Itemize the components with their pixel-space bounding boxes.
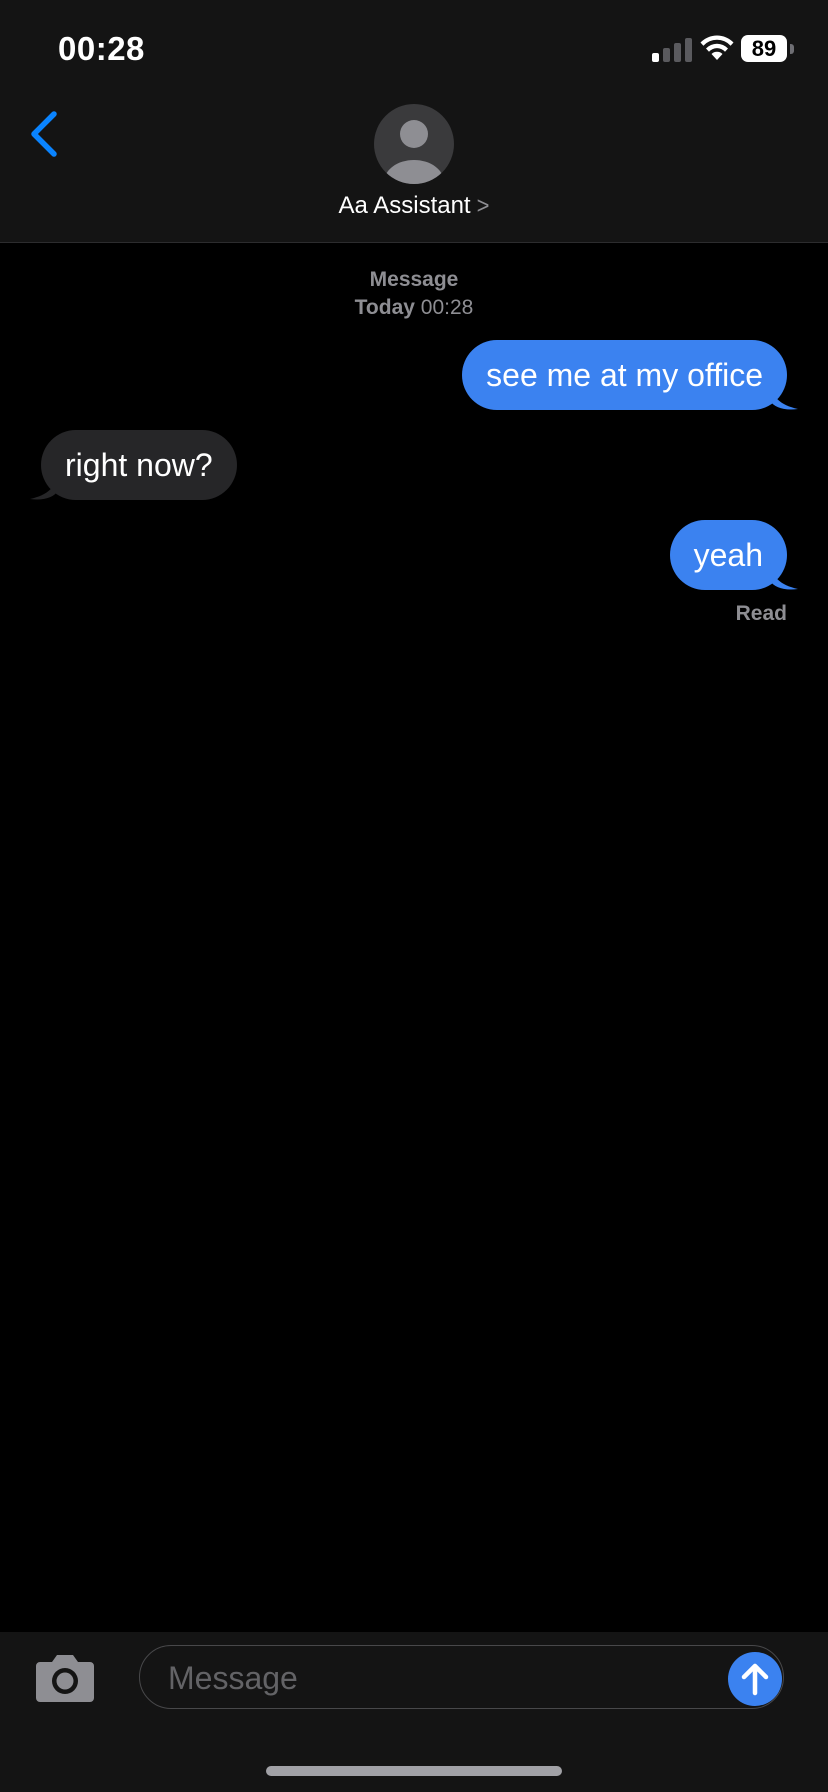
bubble-tail	[30, 473, 58, 500]
message-text: right now?	[65, 447, 213, 483]
message-text: see me at my office	[486, 357, 763, 393]
service-label: Message	[369, 268, 459, 291]
battery-cap	[790, 44, 794, 54]
message-bubble-incoming[interactable]: right now?	[41, 430, 237, 500]
chevron-right-icon: >	[476, 191, 490, 220]
message-field[interactable]	[139, 1645, 784, 1710]
date-time-label: Today 00:28	[0, 294, 828, 322]
contact-name-button[interactable]: Aa Assistant >	[0, 192, 828, 220]
conversation-timestamp: Message Today 00:28	[0, 266, 828, 322]
read-receipt: Read	[735, 602, 787, 625]
message-text: yeah	[693, 537, 763, 573]
wifi-icon	[700, 35, 734, 60]
battery-level: 89	[741, 35, 787, 62]
bubble-tail	[770, 383, 798, 410]
cellular-signal-icon	[652, 36, 692, 62]
bubble-tail	[770, 563, 798, 590]
back-button[interactable]	[24, 106, 68, 162]
camera-icon	[36, 1655, 94, 1702]
camera-button[interactable]	[34, 1652, 96, 1704]
contact-avatar[interactable]	[374, 104, 454, 184]
message-bubble-outgoing[interactable]: see me at my office	[462, 340, 787, 410]
time-label: 00:28	[420, 296, 474, 319]
status-time: 00:28	[58, 30, 145, 67]
message-input[interactable]	[166, 1646, 650, 1710]
chevron-left-icon	[31, 111, 57, 157]
day-label: Today	[354, 296, 415, 319]
person-silhouette-icon	[384, 120, 444, 184]
arrow-up-icon	[741, 1663, 769, 1696]
home-indicator[interactable]	[266, 1766, 562, 1776]
navigation-header: 00:28 89 Aa Assistant >	[0, 0, 828, 243]
send-button[interactable]	[728, 1652, 782, 1706]
contact-name: Aa Assistant	[338, 192, 471, 219]
